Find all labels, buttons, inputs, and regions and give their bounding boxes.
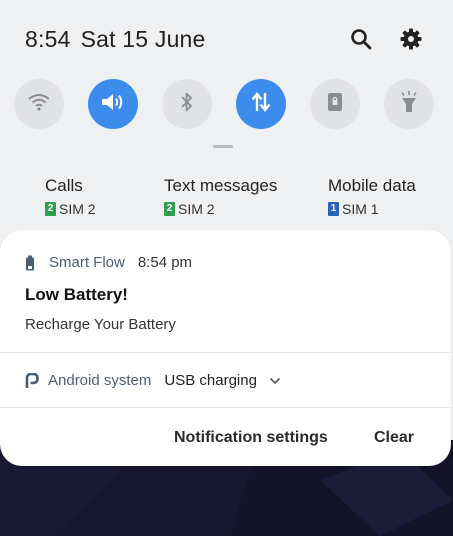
notification-body: Recharge Your Battery — [25, 316, 176, 333]
notification-settings-button[interactable]: Notification settings — [174, 429, 328, 447]
sim-calls-label: Calls — [45, 176, 83, 195]
flashlight-icon — [399, 90, 419, 119]
bluetooth-icon — [179, 91, 195, 118]
battery-icon — [25, 255, 35, 271]
sim-text-messages[interactable]: Text messages 2 SIM 2 — [164, 176, 277, 217]
chevron-down-icon[interactable] — [269, 377, 281, 385]
sim-badge: 2 — [45, 202, 56, 216]
android-system-icon — [25, 372, 39, 389]
search-icon[interactable] — [346, 24, 376, 54]
gear-icon[interactable] — [396, 24, 426, 54]
data-arrows-icon — [249, 91, 273, 118]
sim-messages-value: SIM 2 — [178, 201, 215, 217]
sim-calls-value: SIM 2 — [59, 201, 96, 217]
time-text: 8:54 — [25, 26, 71, 52]
wifi-toggle[interactable] — [14, 79, 64, 129]
divider — [0, 407, 451, 408]
system-message: USB charging — [164, 372, 257, 389]
sound-toggle[interactable] — [88, 79, 138, 129]
sim-badge: 1 — [328, 202, 339, 216]
date-text: Sat 15 June — [80, 26, 206, 52]
screen-lock-toggle[interactable] — [310, 79, 360, 129]
notification-time: 8:54 pm — [137, 254, 193, 271]
notification-title: Low Battery! — [25, 285, 128, 304]
lock-screen-icon — [326, 91, 344, 118]
mobile-data-toggle[interactable] — [236, 79, 286, 129]
sound-icon — [100, 91, 126, 118]
clear-button[interactable]: Clear — [374, 429, 414, 447]
flashlight-toggle[interactable] — [384, 79, 434, 129]
panel-drag-handle[interactable] — [213, 145, 233, 148]
wifi-icon — [27, 92, 51, 117]
sim-calls[interactable]: Calls 2 SIM 2 — [45, 176, 96, 217]
sim-messages-label: Text messages — [164, 176, 278, 195]
sim-mobile-data[interactable]: Mobile data 1 SIM 1 — [328, 176, 416, 217]
bluetooth-toggle[interactable] — [162, 79, 212, 129]
divider — [0, 352, 451, 353]
sim-data-value: SIM 1 — [342, 201, 379, 217]
notification-app-name: Smart Flow — [49, 254, 125, 271]
status-clock: 8:54 Sat 15 June — [25, 26, 206, 53]
system-app-name: Android system — [48, 372, 152, 389]
sim-badge: 2 — [164, 202, 175, 216]
sim-data-label: Mobile data — [328, 176, 416, 195]
system-notification[interactable]: Android system USB charging — [25, 372, 281, 389]
notification-header[interactable]: Smart Flow 8:54 pm — [25, 254, 192, 271]
